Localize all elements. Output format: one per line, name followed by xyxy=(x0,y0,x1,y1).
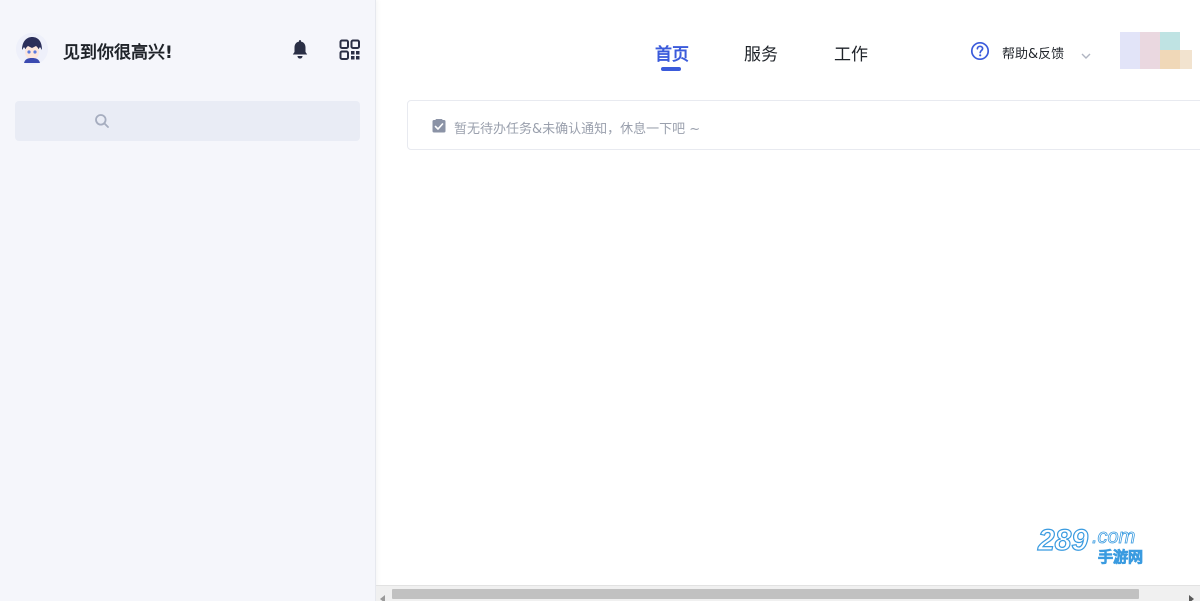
sidebar: 见到你很高兴! xyxy=(0,0,376,601)
app-window: 见到你很高兴! 首页 服务 工作 帮助&反馈 暂无待办任务&未确认通知，休息一下… xyxy=(0,0,1200,601)
horizontal-scrollbar[interactable] xyxy=(376,585,1200,601)
svg-text:手游网: 手游网 xyxy=(1098,548,1143,566)
search-icon xyxy=(94,113,110,129)
chevron-down-icon xyxy=(1081,46,1091,59)
notice-text: 暂无待办任务&未确认通知，休息一下吧 ~ xyxy=(454,122,701,137)
notice-bar: 暂无待办任务&未确认通知，休息一下吧 ~ xyxy=(407,100,1200,150)
active-tab-indicator xyxy=(661,67,681,71)
scroll-left-arrow-icon[interactable] xyxy=(378,589,388,601)
brand-logo-icon: 289 .com 手游网 xyxy=(1036,523,1143,566)
top-navigation: 首页 服务 工作 帮助&反馈 xyxy=(376,0,1200,100)
svg-text:.com: .com xyxy=(1092,526,1135,548)
svg-text:289: 289 xyxy=(1037,524,1088,557)
tab-home[interactable]: 首页 xyxy=(655,40,689,65)
tab-services[interactable]: 服务 xyxy=(744,40,778,65)
avatar-illustration-icon xyxy=(16,33,48,65)
watermark-logo: 289 .com 手游网 xyxy=(1036,520,1180,568)
avatar[interactable] xyxy=(16,33,48,65)
scrollbar-thumb[interactable] xyxy=(392,589,1139,599)
qr-code-icon[interactable] xyxy=(339,39,361,61)
tab-work[interactable]: 工作 xyxy=(834,40,868,65)
greeting-text: 见到你很高兴! xyxy=(63,43,173,63)
search-input[interactable] xyxy=(117,109,351,135)
help-feedback-label: 帮助&反馈 xyxy=(1002,47,1065,62)
user-avatar[interactable] xyxy=(1120,32,1192,69)
search-box[interactable] xyxy=(15,101,360,141)
bell-icon[interactable] xyxy=(289,39,311,61)
help-circle-icon xyxy=(970,41,990,61)
checkbox-icon xyxy=(432,118,446,133)
sidebar-header: 见到你很高兴! xyxy=(16,33,361,67)
scroll-right-arrow-icon[interactable] xyxy=(1186,589,1196,601)
